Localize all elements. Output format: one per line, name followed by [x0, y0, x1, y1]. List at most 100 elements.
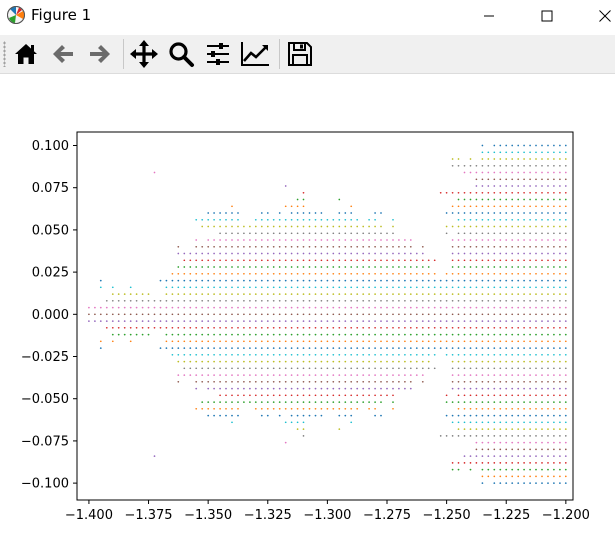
data-point	[457, 293, 460, 295]
data-point	[493, 299, 496, 302]
data-point	[254, 313, 257, 316]
data-point	[439, 435, 442, 437]
data-point	[529, 326, 531, 329]
data-point	[547, 266, 549, 268]
data-point	[350, 299, 353, 302]
y-tick-label: −0.075	[21, 434, 69, 449]
data-point	[296, 266, 299, 268]
data-point	[564, 360, 567, 363]
data-point	[296, 272, 299, 275]
figure-canvas[interactable]: −1.400 −1.375 −1.350 −1.325 −1.300 −1.275 −1.2…	[0, 74, 615, 541]
data-point	[445, 333, 448, 336]
data-point	[553, 212, 555, 214]
data-point	[284, 380, 287, 383]
data-point	[487, 475, 490, 478]
data-point	[493, 441, 496, 444]
data-point	[559, 380, 561, 383]
back-button[interactable]	[47, 38, 79, 70]
data-point	[547, 414, 549, 417]
data-point	[415, 340, 418, 343]
data-point	[123, 333, 126, 336]
data-point	[344, 333, 347, 336]
data-point	[266, 218, 269, 221]
data-point	[249, 353, 251, 356]
forward-button[interactable]	[84, 38, 116, 70]
data-point	[427, 326, 430, 329]
data-point	[499, 151, 502, 154]
title-bar[interactable]: Figure 1	[0, 0, 615, 32]
customize-button[interactable]	[239, 38, 271, 70]
data-point	[254, 272, 257, 275]
data-point	[237, 218, 239, 221]
data-point	[344, 367, 347, 370]
data-point	[547, 441, 549, 444]
data-point	[469, 401, 472, 403]
data-point	[219, 326, 221, 329]
data-point	[541, 259, 543, 262]
data-point	[463, 293, 466, 295]
pan-button[interactable]	[128, 38, 160, 70]
data-point	[487, 205, 490, 208]
data-point	[505, 387, 508, 390]
data-point	[260, 266, 263, 268]
data-point	[529, 144, 531, 147]
data-point	[213, 380, 215, 383]
data-point	[469, 259, 472, 262]
data-point	[409, 387, 412, 390]
data-point	[445, 272, 448, 275]
data-point	[254, 367, 257, 370]
data-point	[505, 245, 508, 248]
close-button[interactable]	[582, 0, 615, 32]
data-point	[326, 374, 329, 376]
data-point	[308, 272, 311, 275]
data-point	[547, 205, 549, 208]
data-point	[493, 259, 496, 262]
subplots-button[interactable]	[202, 38, 234, 70]
save-button[interactable]	[284, 38, 316, 70]
data-point	[404, 360, 406, 363]
data-point	[451, 468, 454, 471]
data-point	[362, 239, 365, 241]
minimize-button[interactable]	[466, 0, 512, 32]
data-point	[505, 360, 508, 363]
data-point	[529, 340, 531, 343]
data-point	[487, 272, 490, 275]
data-point	[564, 245, 567, 248]
data-point	[535, 218, 537, 221]
data-point	[553, 299, 555, 302]
data-point	[165, 347, 168, 349]
data-point	[380, 320, 382, 322]
scatter-plot[interactable]: −1.400 −1.375 −1.350 −1.325 −1.300 −1.275 −1.2…	[0, 74, 615, 541]
data-point	[213, 279, 215, 282]
data-point	[404, 340, 406, 343]
data-point	[457, 191, 460, 194]
data-point	[249, 340, 251, 343]
data-point	[523, 435, 525, 437]
data-point	[535, 333, 537, 336]
data-point	[505, 279, 508, 282]
data-point	[415, 353, 418, 356]
data-point	[463, 326, 466, 329]
data-point	[201, 286, 204, 289]
data-point	[564, 144, 567, 147]
data-point	[404, 252, 406, 255]
data-point	[487, 259, 490, 262]
maximize-button[interactable]	[524, 0, 570, 32]
data-point	[260, 225, 263, 228]
data-point	[535, 151, 537, 154]
data-point	[296, 212, 299, 214]
data-point	[374, 367, 376, 370]
toolbar-grip[interactable]	[3, 41, 6, 67]
data-point	[469, 340, 472, 343]
data-point	[302, 191, 305, 194]
data-point	[308, 252, 311, 255]
data-point	[284, 272, 287, 275]
data-point	[326, 401, 329, 403]
data-point	[296, 326, 299, 329]
data-point	[535, 185, 537, 187]
home-button[interactable]	[10, 38, 42, 70]
data-point	[284, 347, 287, 349]
zoom-button[interactable]	[165, 38, 197, 70]
data-point	[219, 347, 221, 349]
data-point	[237, 340, 239, 343]
